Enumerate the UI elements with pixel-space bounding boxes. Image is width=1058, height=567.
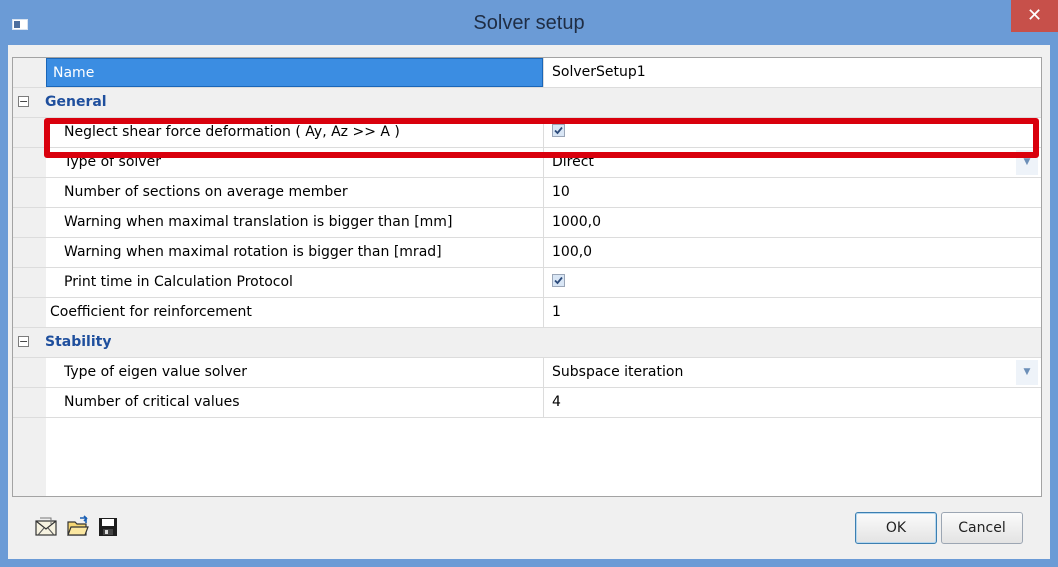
- property-label: Print time in Calculation Protocol: [64, 274, 293, 290]
- property-label: Coefficient for reinforcement: [50, 304, 252, 320]
- row-gutter: [13, 358, 46, 387]
- property-row-name[interactable]: Name SolverSetup1: [13, 58, 1041, 88]
- property-row-max-translation[interactable]: Warning when maximal translation is bigg…: [13, 208, 1041, 238]
- property-label: Warning when maximal rotation is bigger …: [64, 244, 442, 260]
- row-gutter: [13, 118, 46, 147]
- chevron-down-icon[interactable]: ▼: [1016, 150, 1038, 175]
- row-gutter: [13, 268, 46, 297]
- collapse-icon[interactable]: −: [18, 96, 29, 107]
- max-rotation-input[interactable]: 100,0: [543, 238, 1040, 267]
- property-label: Type of eigen value solver: [64, 364, 247, 380]
- save-icon[interactable]: [96, 515, 120, 539]
- grid-gutter-fill: [13, 418, 46, 496]
- dialog-body: Name SolverSetup1 − General Neglect shea…: [8, 45, 1050, 559]
- property-row-max-rotation[interactable]: Warning when maximal rotation is bigger …: [13, 238, 1041, 268]
- property-row-sections[interactable]: Number of sections on average member 10: [13, 178, 1041, 208]
- critical-values-input[interactable]: 4: [543, 388, 1040, 417]
- type-of-solver-select[interactable]: Direct ▼: [543, 148, 1040, 177]
- section-general[interactable]: − General: [13, 88, 1041, 118]
- row-gutter: [13, 148, 46, 177]
- row-gutter: [13, 208, 46, 237]
- reinforcement-input[interactable]: 1: [543, 298, 1040, 327]
- property-row-neglect-shear[interactable]: Neglect shear force deformation ( Ay, Az…: [13, 118, 1041, 148]
- eigen-solver-select[interactable]: Subspace iteration ▼: [543, 358, 1040, 387]
- row-gutter: [13, 58, 46, 87]
- section-label: Stability: [45, 334, 112, 350]
- chevron-down-icon[interactable]: ▼: [1016, 360, 1038, 385]
- cancel-button[interactable]: Cancel: [941, 512, 1023, 544]
- row-gutter: [13, 178, 46, 207]
- property-row-print-time[interactable]: Print time in Calculation Protocol: [13, 268, 1041, 298]
- property-label: Number of critical values: [64, 394, 240, 410]
- property-label: Type of solver: [64, 154, 161, 170]
- property-row-critical-values[interactable]: Number of critical values 4: [13, 388, 1041, 418]
- property-row-reinforcement[interactable]: Coefficient for reinforcement 1: [13, 298, 1041, 328]
- sections-input[interactable]: 10: [543, 178, 1040, 207]
- ok-button[interactable]: OK: [855, 512, 937, 544]
- collapse-icon[interactable]: −: [18, 336, 29, 347]
- title-bar[interactable]: Solver setup ✕: [0, 0, 1058, 45]
- property-label: Warning when maximal translation is bigg…: [64, 214, 453, 230]
- property-row-eigen-solver[interactable]: Type of eigen value solver Subspace iter…: [13, 358, 1041, 388]
- property-label: Number of sections on average member: [64, 184, 348, 200]
- property-label: Neglect shear force deformation ( Ay, Az…: [64, 124, 400, 140]
- selected-value: Direct: [552, 154, 594, 170]
- section-stability[interactable]: − Stability: [13, 328, 1041, 358]
- property-grid: Name SolverSetup1 − General Neglect shea…: [12, 57, 1042, 497]
- row-gutter: [13, 298, 46, 327]
- section-label: General: [45, 94, 107, 110]
- name-input[interactable]: SolverSetup1: [543, 58, 1040, 87]
- max-translation-input[interactable]: 1000,0: [543, 208, 1040, 237]
- mail-icon[interactable]: [34, 515, 58, 539]
- property-label: Name: [46, 58, 543, 87]
- row-gutter: [13, 388, 46, 417]
- solver-setup-dialog: Solver setup ✕ Name SolverSetup1 − Gener…: [0, 0, 1058, 567]
- close-icon: ✕: [1026, 5, 1043, 26]
- print-time-checkbox[interactable]: [552, 273, 565, 287]
- open-folder-icon[interactable]: [66, 515, 90, 539]
- print-time-checkbox-cell[interactable]: [543, 268, 1040, 297]
- neglect-shear-checkbox[interactable]: [552, 123, 565, 137]
- selected-value: Subspace iteration: [552, 364, 684, 380]
- window-title: Solver setup: [473, 12, 585, 34]
- row-gutter: [13, 238, 46, 267]
- close-button[interactable]: ✕: [1011, 0, 1058, 32]
- property-row-type-of-solver[interactable]: Type of solver Direct ▼: [13, 148, 1041, 178]
- neglect-shear-checkbox-cell[interactable]: [543, 118, 1040, 147]
